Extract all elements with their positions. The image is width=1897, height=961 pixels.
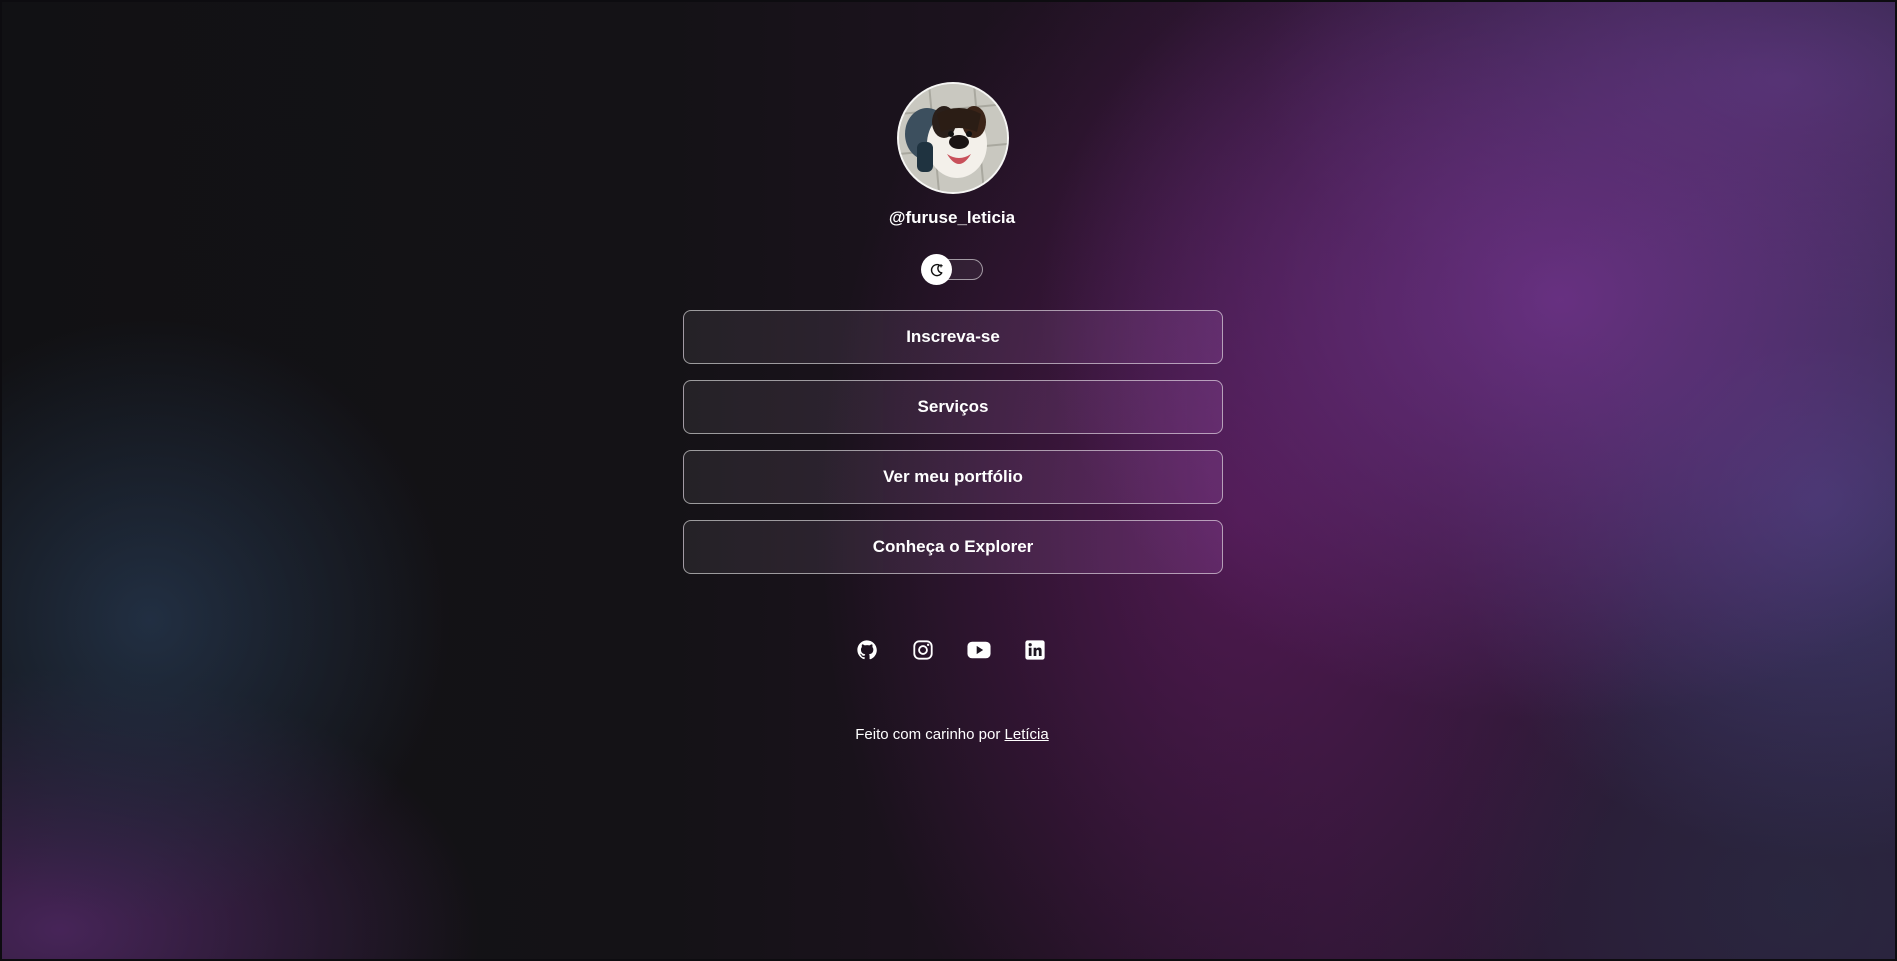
- social-links: [855, 638, 1047, 662]
- link-list: Inscreva-se Serviços Ver meu portfólio C…: [683, 310, 1223, 590]
- github-link[interactable]: [855, 638, 879, 662]
- profile-container: @furuse_leticia Inscreva-se Serviços Ver…: [0, 0, 1897, 961]
- avatar: [897, 82, 1009, 194]
- footer-author-link[interactable]: Letícia: [1005, 726, 1049, 743]
- footer-text: Feito com carinho por: [855, 726, 1001, 743]
- link-button-inscreva-se[interactable]: Inscreva-se: [683, 310, 1223, 364]
- github-icon: [857, 640, 877, 660]
- dog-photo-avatar: [899, 84, 1007, 192]
- theme-toggle[interactable]: [921, 254, 985, 285]
- youtube-icon: [967, 641, 991, 659]
- footer: Feito com carinho por Letícia: [0, 726, 1897, 743]
- toggle-knob[interactable]: [921, 254, 952, 285]
- link-button-portfolio[interactable]: Ver meu portfólio: [683, 450, 1223, 504]
- youtube-link[interactable]: [967, 638, 991, 662]
- instagram-link[interactable]: [911, 638, 935, 662]
- username: @furuse_leticia: [888, 208, 1016, 227]
- instagram-icon: [913, 640, 933, 660]
- link-button-servicos[interactable]: Serviços: [683, 380, 1223, 434]
- linkedin-link[interactable]: [1023, 638, 1047, 662]
- linkedin-icon: [1025, 640, 1045, 660]
- link-button-explorer[interactable]: Conheça o Explorer: [683, 520, 1223, 574]
- moon-icon: [930, 263, 943, 276]
